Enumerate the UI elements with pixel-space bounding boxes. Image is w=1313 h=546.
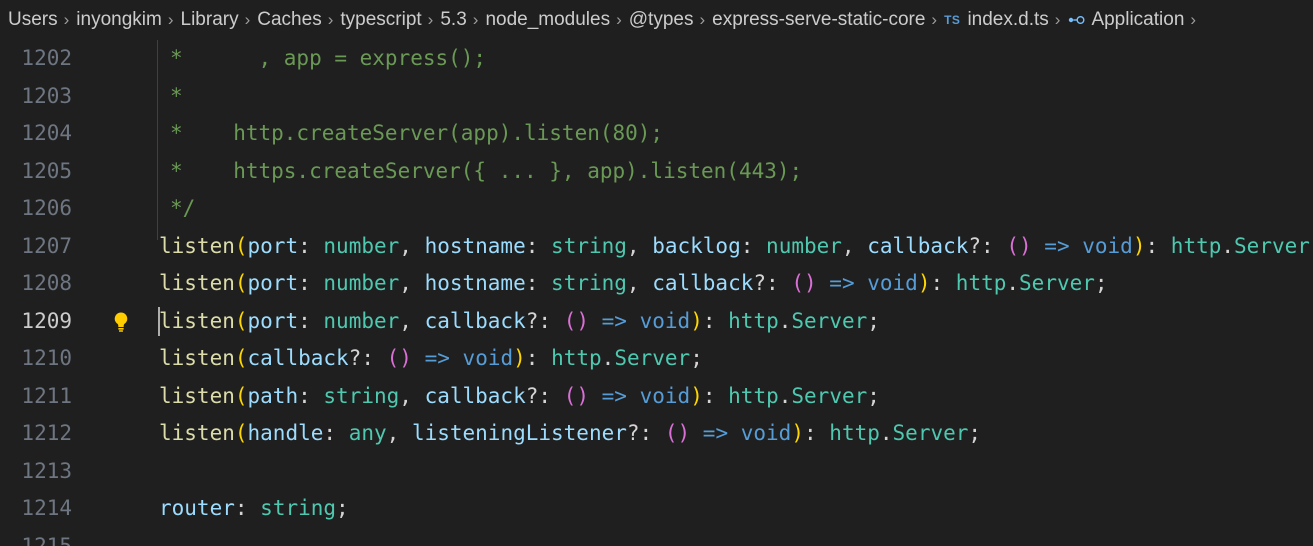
- breadcrumb-separator: ›: [244, 10, 251, 29]
- breadcrumb-item-inyongkim[interactable]: inyongkim: [76, 9, 162, 31]
- code-text: * http.createServer(app).listen(80);: [170, 121, 664, 145]
- typescript-file-icon: TS: [944, 13, 961, 27]
- breadcrumb-separator: ›: [1054, 10, 1061, 29]
- breadcrumb-separator: ›: [427, 10, 434, 29]
- breadcrumb-separator: ›: [1190, 10, 1197, 29]
- line-number: 1204: [21, 121, 72, 145]
- breadcrumb-separator: ›: [167, 10, 174, 29]
- code-text: *: [170, 83, 183, 108]
- line-number: 1209: [21, 308, 72, 333]
- line-number: 1211: [21, 383, 72, 408]
- breadcrumb-item-version[interactable]: 5.3: [440, 9, 466, 31]
- code-text: listen(port: number, callback?: () => vo…: [159, 308, 880, 333]
- code-text: router: string;: [159, 496, 349, 520]
- line-number: 1207: [21, 233, 72, 258]
- code-line[interactable]: 1202 * , app = express();: [0, 40, 1313, 78]
- code-line[interactable]: 1206 */: [0, 190, 1313, 228]
- breadcrumb-separator: ›: [327, 10, 334, 29]
- code-line[interactable]: 1209 listen(port: number, callback?: () =…: [0, 303, 1313, 341]
- code-text: */: [170, 196, 196, 220]
- code-line[interactable]: 1204 * http.createServer(app).listen(80);: [0, 115, 1313, 153]
- code-line[interactable]: 1211 listen(path: string, callback?: () =…: [0, 378, 1313, 416]
- code-line[interactable]: 1213: [0, 453, 1313, 491]
- breadcrumb-separator: ›: [931, 10, 938, 29]
- breadcrumb-separator: ›: [472, 10, 479, 29]
- line-number: 1205: [21, 158, 72, 183]
- code-line[interactable]: 1205 * https.createServer({ ... }, app).l…: [0, 153, 1313, 191]
- text-cursor: [158, 306, 160, 336]
- breadcrumb-item-symbol[interactable]: Application: [1091, 9, 1184, 31]
- code-text: listen(path: string, callback?: () => vo…: [159, 383, 880, 408]
- code-line[interactable]: 1203 *: [0, 78, 1313, 116]
- code-line[interactable]: 1212 listen(handle: any, listeningListene…: [0, 415, 1313, 453]
- breadcrumb-item-express-serve-static-core[interactable]: express-serve-static-core: [712, 9, 925, 31]
- line-number: 1202: [21, 46, 72, 70]
- line-number: 1214: [21, 496, 72, 520]
- breadcrumb-item-file[interactable]: index.d.ts: [967, 9, 1048, 31]
- line-number: 1203: [21, 83, 72, 108]
- breadcrumb-separator: ›: [616, 10, 622, 29]
- code-line[interactable]: 1207 listen(port: number, hostname: strin…: [0, 228, 1313, 266]
- code-line[interactable]: 1208 listen(port: number, hostname: strin…: [0, 265, 1313, 303]
- code-text: listen(port: number, hostname: string, c…: [159, 271, 1108, 295]
- breadcrumb: Users › inyongkim › Library › Caches › t…: [0, 0, 1313, 40]
- code-text: * https.createServer({ ... }, app).liste…: [170, 158, 803, 183]
- breadcrumb-item-node-modules[interactable]: node_modules: [485, 9, 610, 31]
- breadcrumb-item-users[interactable]: Users: [8, 9, 58, 31]
- line-number: 1210: [21, 346, 72, 370]
- line-number: 1215: [21, 533, 72, 546]
- breadcrumb-item-types[interactable]: @types: [629, 9, 694, 31]
- symbol-property-icon: [1069, 16, 1085, 24]
- code-text: listen(handle: any, listeningListener?: …: [159, 421, 982, 445]
- code-text: * , app = express();: [170, 46, 487, 70]
- line-number: 1206: [21, 196, 72, 220]
- breadcrumb-item-caches[interactable]: Caches: [257, 9, 321, 31]
- code-line[interactable]: 1210 listen(callback?: () => void): http.…: [0, 340, 1313, 378]
- line-number: 1213: [21, 458, 72, 483]
- breadcrumb-item-library[interactable]: Library: [181, 9, 239, 31]
- code-text: listen(port: number, hostname: string, b…: [159, 233, 1313, 258]
- breadcrumb-separator: ›: [699, 10, 706, 29]
- lightbulb-icon[interactable]: [112, 311, 130, 333]
- code-text: listen(callback?: () => void): http.Serv…: [159, 346, 703, 370]
- breadcrumb-item-typescript[interactable]: typescript: [340, 9, 421, 31]
- breadcrumb-separator: ›: [63, 10, 70, 29]
- code-line[interactable]: 1214 router: string;: [0, 490, 1313, 528]
- line-number: 1212: [21, 421, 72, 445]
- line-number: 1208: [21, 271, 72, 295]
- code-editor[interactable]: 1202 * , app = express(); 1203 * 1204 * http.…: [0, 40, 1313, 546]
- code-line[interactable]: 1215: [0, 528, 1313, 546]
